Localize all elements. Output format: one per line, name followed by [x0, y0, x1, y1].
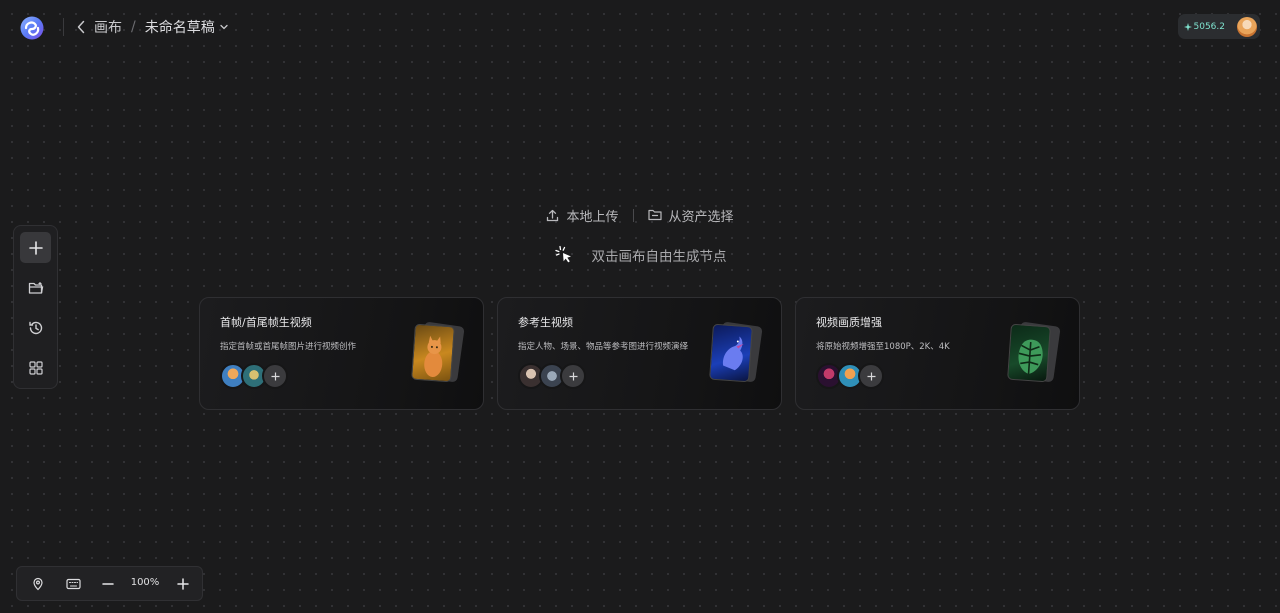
- card-first-frame-video[interactable]: 首帧/首尾帧生视频 指定首帧或首尾帧图片进行视频创作: [199, 297, 484, 410]
- card-examples: [220, 363, 288, 389]
- card-thumbnail: [709, 321, 763, 383]
- map-pin-icon: [33, 577, 43, 591]
- chevron-down-icon: [220, 24, 228, 30]
- add-example-button[interactable]: [262, 363, 288, 389]
- upload-icon: [547, 209, 559, 221]
- card-examples: [518, 363, 586, 389]
- zoom-in-button[interactable]: [174, 575, 192, 593]
- double-click-cursor-icon: [554, 245, 571, 263]
- plus-icon: [271, 372, 279, 380]
- app-logo-icon[interactable]: [19, 15, 45, 41]
- card-title: 视频画质增强: [816, 316, 882, 329]
- monstera-leaf-image: [1018, 339, 1043, 375]
- card-reference-video[interactable]: 参考生视频 指定人物、场景、物品等参考图进行视频演绎: [497, 297, 782, 410]
- card-description: 指定人物、场景、物品等参考图进行视频演绎: [518, 342, 689, 352]
- card-video-quality-enhance[interactable]: 视频画质增强 将原始视频增强至1080P、2K、4K: [795, 297, 1080, 410]
- select-from-assets-label: 从资产选择: [668, 209, 734, 225]
- card-thumbnail: [1007, 321, 1061, 383]
- credits-badge[interactable]: 5056.2: [1183, 21, 1226, 32]
- keyboard-shortcuts-button[interactable]: [64, 575, 82, 593]
- breadcrumb-separator: /: [131, 19, 136, 35]
- add-example-button[interactable]: [858, 363, 884, 389]
- upload-local-button[interactable]: 本地上传: [546, 206, 619, 225]
- header-divider: [63, 18, 64, 36]
- card-thumbnail: [411, 321, 465, 383]
- draft-title-dropdown[interactable]: 未命名草稿: [145, 17, 228, 37]
- account-area: 5056.2: [1177, 14, 1260, 39]
- history-icon: [28, 321, 42, 334]
- card-title: 参考生视频: [518, 316, 573, 329]
- plus-icon: [569, 372, 577, 380]
- canvas-hint: 双击画布自由生成节点: [0, 244, 1280, 266]
- blue-bird-image: [722, 336, 744, 371]
- locate-button[interactable]: [29, 575, 47, 593]
- bottom-toolbar: 100%: [16, 566, 203, 601]
- folder-icon: [647, 209, 662, 221]
- back-chevron-icon[interactable]: [76, 17, 90, 37]
- plus-icon: [867, 372, 875, 380]
- top-bar: 画布 / 未命名草稿 5056.2: [0, 0, 1280, 54]
- user-avatar[interactable]: [1237, 16, 1257, 37]
- history-button[interactable]: [20, 312, 51, 343]
- canvas-hint-text: 双击画布自由生成节点: [591, 249, 727, 265]
- zoom-level: 100%: [130, 577, 160, 588]
- upload-options: 本地上传 从资产选择: [0, 205, 1280, 225]
- credits-value: 5056.2: [1193, 21, 1226, 32]
- grid-view-button[interactable]: [20, 352, 51, 383]
- add-example-button[interactable]: [560, 363, 586, 389]
- minus-icon: [102, 583, 114, 585]
- breadcrumb: 画布 / 未命名草稿: [76, 17, 228, 37]
- open-folder-button[interactable]: [20, 272, 51, 303]
- draft-title: 未命名草稿: [144, 20, 215, 36]
- grid-icon: [28, 360, 43, 375]
- card-description: 将原始视频增强至1080P、2K、4K: [816, 342, 950, 352]
- breadcrumb-canvas[interactable]: 画布: [94, 17, 122, 37]
- sparkle-icon: [1183, 22, 1192, 31]
- card-description: 指定首帧或首尾帧图片进行视频创作: [220, 342, 357, 352]
- upload-local-label: 本地上传: [566, 209, 619, 225]
- zoom-out-button[interactable]: [99, 575, 117, 593]
- upload-divider: [632, 208, 634, 222]
- plus-icon: [177, 578, 189, 590]
- card-title: 首帧/首尾帧生视频: [220, 316, 312, 329]
- select-from-assets-button[interactable]: 从资产选择: [647, 206, 734, 225]
- card-examples: [816, 363, 884, 389]
- orange-cat-image: [424, 335, 443, 378]
- keyboard-icon: [65, 578, 81, 590]
- folder-icon: [28, 281, 43, 294]
